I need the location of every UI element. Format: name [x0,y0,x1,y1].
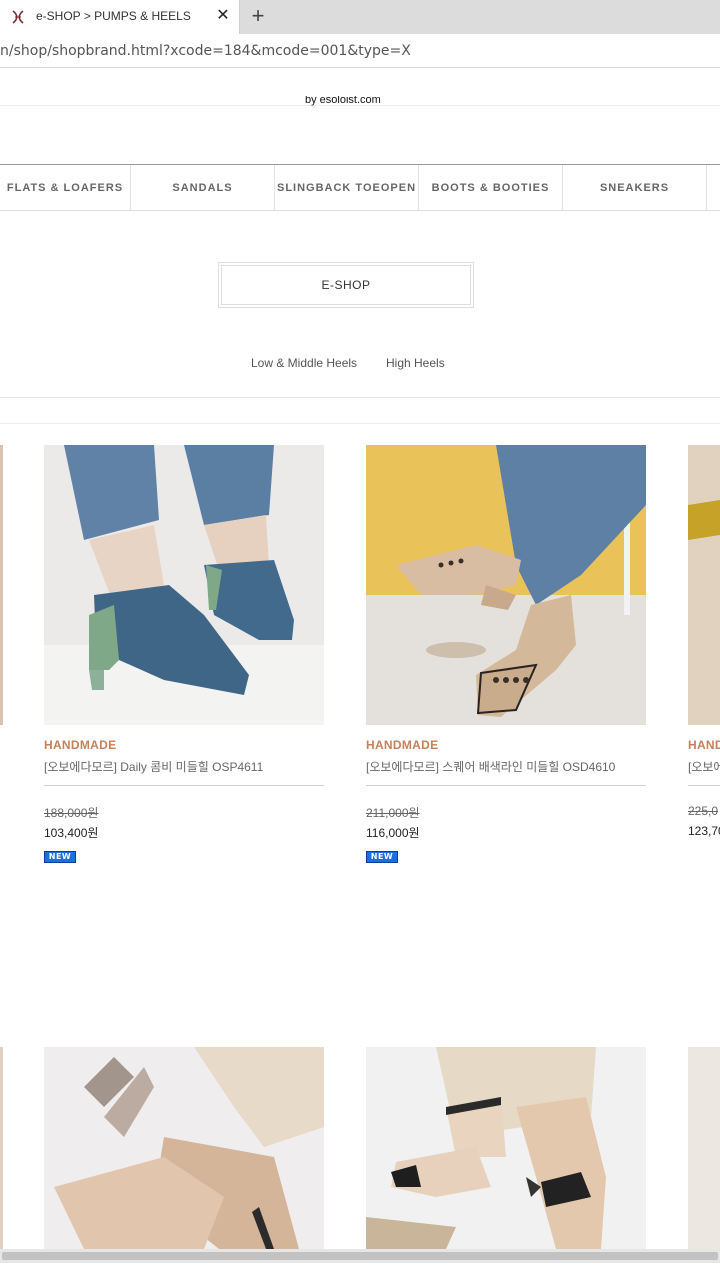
product-name[interactable]: [오보에 [688,758,720,775]
product-original-price: 188,000원 [44,806,99,820]
section-title-box: E-SHOP [218,262,474,308]
nav-item-sneakers[interactable]: SNEAKERS [563,165,707,211]
section-title: E-SHOP [221,265,471,305]
subnav-low-middle-heels[interactable]: Low & Middle Heels [251,356,357,370]
product-brand: HANDMADE [366,738,439,752]
divider [0,423,720,424]
site-favicon-icon [10,9,26,25]
subnav-high-heels[interactable]: High Heels [386,356,445,370]
product-sale-price: 103,400원 [44,826,99,840]
partial-product-image[interactable] [0,1047,3,1249]
nav-item-boots-booties[interactable]: BOOTS & BOOTIES [419,165,563,211]
product-image[interactable] [44,445,324,725]
product-image[interactable] [688,445,720,725]
site-logo[interactable]: by esoloist.com [305,96,381,108]
browser-tab[interactable]: e-SHOP > PUMPS & HEELS ✕ [0,0,240,34]
product-name[interactable]: [오보에다모르] Daily 콤비 미들힐 OSP4611 [44,758,263,775]
divider [0,397,720,398]
product-sale-price: 123,70 [688,824,720,838]
product-divider [366,785,646,786]
address-bar[interactable]: n/shop/shopbrand.html?xcode=184&mcode=00… [0,34,720,68]
product-brand: HAND [688,738,720,752]
page-bottom [0,1263,720,1280]
product-name[interactable]: [오보에다모르] 스퀘어 배색라인 미들힐 OSD4610 [366,758,615,775]
product-original-price: 225,0 [688,804,719,818]
url-text[interactable]: n/shop/shopbrand.html?xcode=184&mcode=00… [0,43,411,59]
product-sale-price: 116,000원 [366,826,420,840]
product-divider [688,785,720,786]
scrollbar-thumb[interactable] [2,1252,718,1260]
product-image[interactable] [44,1047,324,1249]
tab-title: e-SHOP > PUMPS & HEELS [36,9,191,23]
partial-product-image[interactable] [0,445,3,725]
close-tab-icon[interactable]: ✕ [214,7,232,25]
nav-item-slingback-toeopen[interactable]: SLINGBACK TOEOPEN [275,165,419,211]
product-divider [44,785,324,786]
category-nav: FLATS & LOAFERS SANDALS SLINGBACK TOEOPE… [0,164,720,211]
product-image[interactable] [366,1047,646,1249]
nav-item-flats-loafers[interactable]: FLATS & LOAFERS [0,165,131,211]
product-image[interactable] [688,1047,720,1249]
new-tab-button[interactable]: + [246,4,270,28]
product-brand: HANDMADE [44,738,117,752]
new-badge: NEW [44,851,76,863]
product-original-price: 211,000원 [366,806,420,820]
horizontal-scrollbar[interactable] [0,1249,720,1263]
new-badge: NEW [366,851,398,863]
nav-item-sandals[interactable]: SANDALS [131,165,275,211]
site-header: by esoloist.com [0,68,720,165]
product-image[interactable] [366,445,646,725]
browser-tab-bar: e-SHOP > PUMPS & HEELS ✕ + [0,0,720,34]
product-info-clip: HAND [오보에 225,0 123,70 [688,730,720,850]
